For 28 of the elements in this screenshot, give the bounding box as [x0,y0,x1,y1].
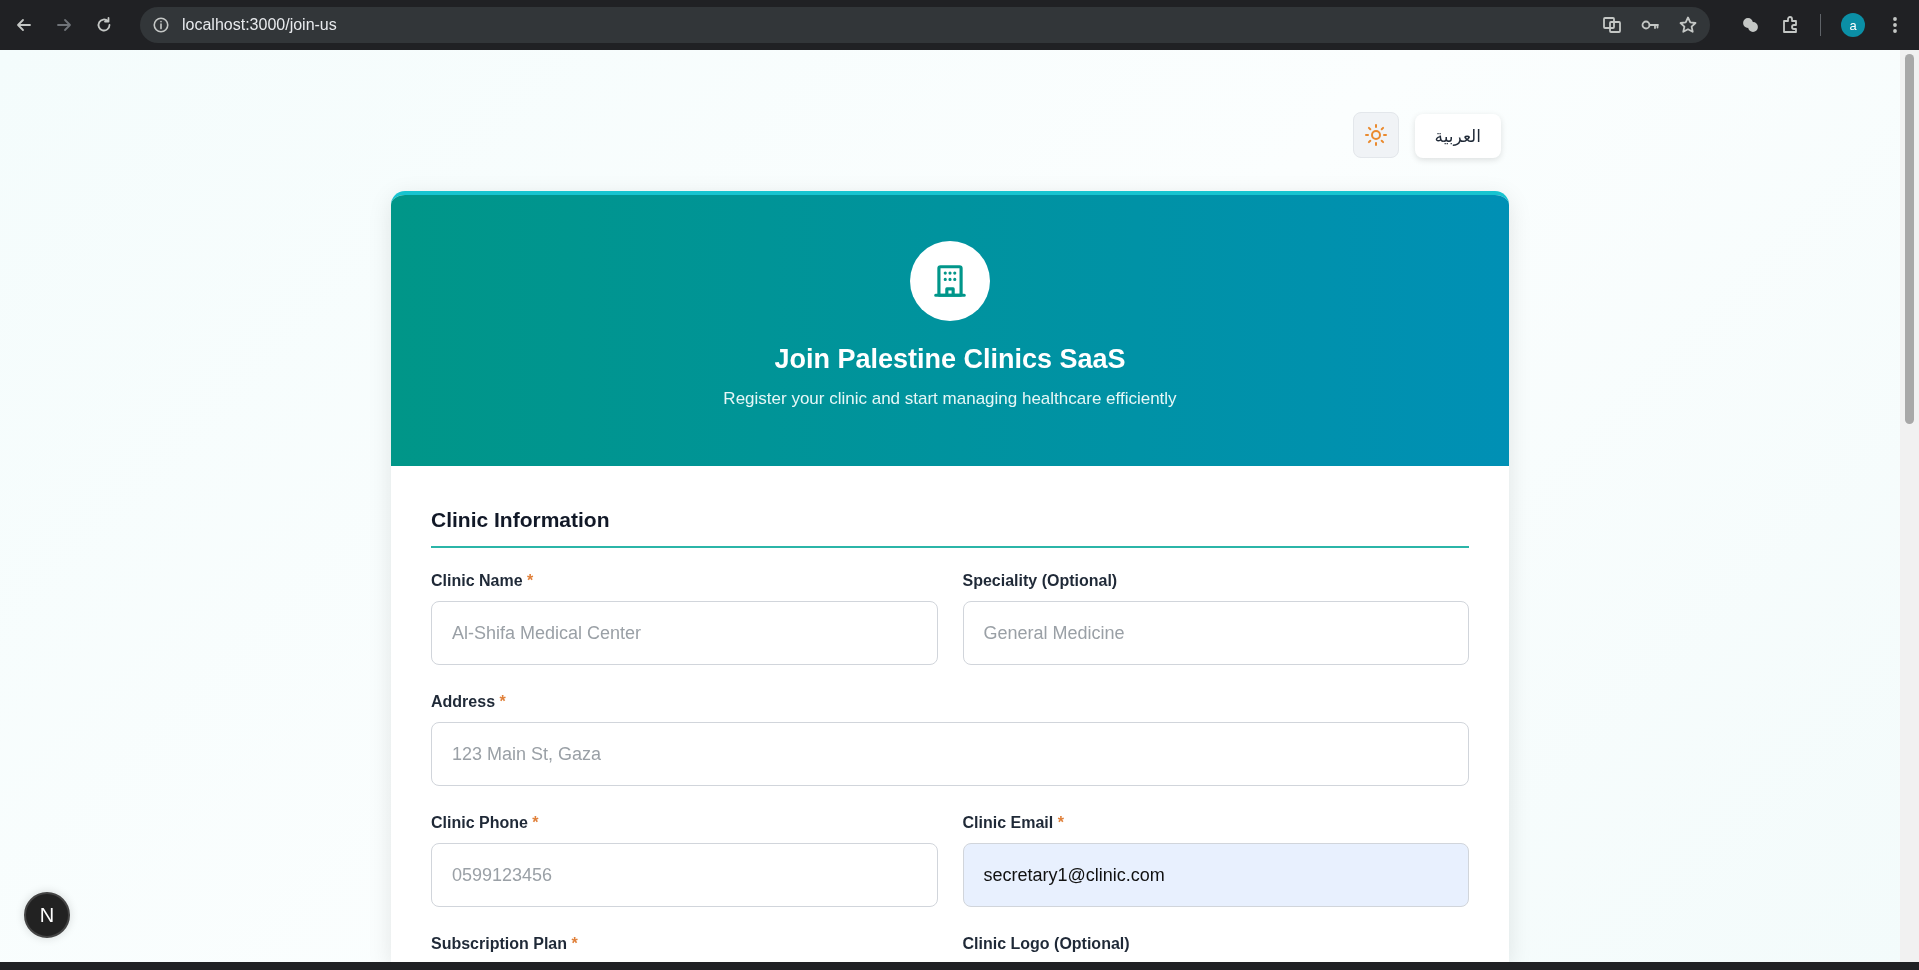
field-label: Clinic Name * [431,572,535,590]
translate-icon[interactable] [1602,15,1622,35]
scrollbar[interactable] [1900,50,1919,962]
star-icon[interactable] [1678,15,1698,35]
field-label: Clinic Logo (Optional) [962,935,1131,953]
profile-avatar[interactable]: a [1841,13,1865,37]
page-subtitle: Register your clinic and start managing healthcare efficiently [723,389,1177,409]
field-label: Speciality (Optional) [962,572,1119,590]
language-button[interactable]: العربية [1414,114,1501,158]
info-icon[interactable] [152,16,170,34]
theme-toggle-button[interactable] [1352,112,1399,158]
page-title: Join Palestine Clinics SaaS [774,344,1126,375]
input-field[interactable]: 123 Main St, Gaza [431,722,1469,786]
sun-icon [1363,123,1388,147]
input-field[interactable]: Al-Shifa Medical Center [431,601,938,665]
dev-tools-button[interactable]: N [24,892,70,938]
url-text: localhost:3000/join-us [182,16,338,34]
field-label: Address * [431,693,507,711]
section-title: Clinic Information [431,508,1469,548]
input-field[interactable]: General Medicine [962,601,1469,665]
field-label: Subscription Plan * [431,935,579,953]
input-field[interactable]: 0599123456 [431,843,938,907]
field-label: Clinic Phone * [431,814,540,832]
field-label: Clinic Email * [962,814,1065,832]
address-bar[interactable]: localhost:3000/join-us [140,7,1710,43]
building-icon [931,262,969,300]
input-field[interactable]: secretary1@clinic.com [962,843,1469,907]
puzzle-icon[interactable] [1780,15,1800,35]
